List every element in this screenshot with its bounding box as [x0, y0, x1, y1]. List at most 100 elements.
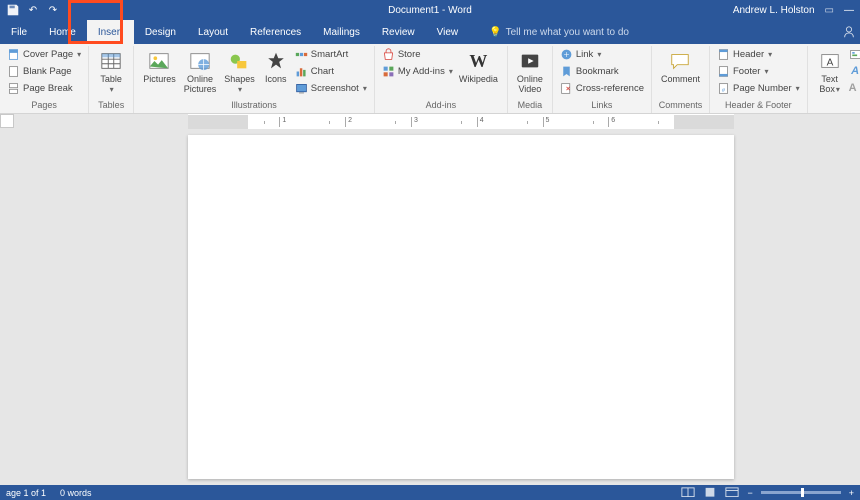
tab-home[interactable]: Home: [38, 20, 87, 44]
wordart-button[interactable]: AWordArt▾: [847, 63, 860, 80]
store-button[interactable]: Store: [380, 46, 455, 63]
ruler-mark: 3: [411, 117, 445, 127]
blank-page-button[interactable]: Blank Page: [5, 63, 83, 80]
word-count[interactable]: 0 words: [60, 488, 92, 498]
header-label: Header: [733, 49, 764, 60]
minimize-icon[interactable]: —: [844, 5, 854, 16]
group-text-label: Text: [813, 99, 860, 112]
quick-access-toolbar: ↶ ↷: [0, 3, 60, 17]
footer-button[interactable]: Footer▾: [715, 63, 802, 80]
read-mode-icon[interactable]: [681, 487, 695, 499]
undo-icon[interactable]: ↶: [26, 3, 40, 17]
shapes-button[interactable]: Shapes▾: [220, 46, 259, 97]
zoom-out-button[interactable]: −: [747, 488, 752, 498]
zoom-slider[interactable]: [761, 491, 841, 494]
chart-icon: [295, 65, 308, 78]
group-tables: Table▾ Tables: [89, 46, 134, 113]
tab-view[interactable]: View: [426, 20, 470, 44]
group-pages-label: Pages: [5, 99, 83, 112]
drop-cap-button[interactable]: ADrop Cap▾: [847, 80, 860, 97]
document-area: [0, 129, 860, 485]
page-number-icon: #: [717, 82, 730, 95]
online-pictures-icon: [189, 50, 211, 72]
tab-mailings[interactable]: Mailings: [312, 20, 371, 44]
lightbulb-icon: 💡: [489, 27, 501, 38]
cross-reference-button[interactable]: Cross-reference: [558, 80, 646, 97]
ruler-mark: 1: [279, 117, 313, 127]
tab-insert[interactable]: Insert: [87, 20, 134, 44]
cover-page-icon: [7, 48, 20, 61]
bookmark-label: Bookmark: [576, 66, 619, 77]
wikipedia-button[interactable]: WWikipedia: [455, 46, 502, 86]
smartart-icon: [295, 48, 308, 61]
quick-parts-icon: [849, 48, 860, 61]
group-links-label: Links: [558, 99, 646, 112]
group-header-footer-label: Header & Footer: [715, 99, 802, 112]
pictures-label: Pictures: [143, 74, 176, 84]
group-media-label: Media: [513, 99, 547, 112]
ribbon-display-icon[interactable]: ▭: [825, 5, 834, 16]
link-button[interactable]: Link▾: [558, 46, 646, 63]
group-comments-label: Comments: [657, 99, 704, 112]
page-number-button[interactable]: #Page Number▾: [715, 80, 802, 97]
cover-page-button[interactable]: Cover Page▾: [5, 46, 83, 63]
screenshot-button[interactable]: Screenshot▾: [293, 80, 369, 97]
chart-button[interactable]: Chart: [293, 63, 369, 80]
table-button[interactable]: Table▾: [94, 46, 128, 97]
zoom-in-button[interactable]: +: [849, 488, 854, 498]
tab-references[interactable]: References: [239, 20, 312, 44]
tell-me-search[interactable]: 💡 Tell me what you want to do: [489, 20, 629, 44]
chart-label: Chart: [311, 66, 334, 77]
document-page[interactable]: [188, 135, 734, 479]
ruler-corner[interactable]: [0, 114, 14, 128]
print-layout-icon[interactable]: [703, 487, 717, 499]
cover-page-label: Cover Page: [23, 49, 73, 60]
group-addins-label: Add-ins: [380, 99, 502, 112]
my-addins-label: My Add-ins: [398, 66, 445, 77]
tab-file[interactable]: File: [0, 20, 38, 44]
web-layout-icon[interactable]: [725, 487, 739, 499]
save-icon[interactable]: [6, 3, 20, 17]
group-header-footer: Header▾ Footer▾ #Page Number▾ Header & F…: [710, 46, 808, 113]
my-addins-icon: [382, 65, 395, 78]
group-links: Link▾ Bookmark Cross-reference Links: [553, 46, 652, 113]
group-comments: Comment Comments: [652, 46, 710, 113]
bookmark-button[interactable]: Bookmark: [558, 63, 646, 80]
ruler-mark: 4: [477, 117, 511, 127]
icons-icon: [265, 50, 287, 72]
quick-parts-button[interactable]: Quick Parts▾: [847, 46, 860, 63]
my-addins-button[interactable]: My Add-ins▾: [380, 63, 455, 80]
online-pictures-button[interactable]: Online Pictures: [180, 46, 221, 96]
tab-design[interactable]: Design: [134, 20, 187, 44]
text-box-button[interactable]: AText Box▾: [813, 46, 847, 97]
page-break-label: Page Break: [23, 83, 73, 94]
document-title: Document1 - Word: [388, 5, 472, 16]
store-label: Store: [398, 49, 421, 60]
status-bar: age 1 of 1 0 words − +: [0, 485, 860, 500]
comment-icon: [669, 50, 691, 72]
smartart-button[interactable]: SmartArt: [293, 46, 369, 63]
group-media: Online Video Media: [508, 46, 553, 113]
group-pages: Cover Page▾ Blank Page Page Break Pages: [0, 46, 89, 113]
ruler-bar: 1 2 3 4 5 6: [0, 114, 860, 129]
online-video-button[interactable]: Online Video: [513, 46, 547, 96]
page-break-button[interactable]: Page Break: [5, 80, 83, 97]
pictures-button[interactable]: Pictures: [139, 46, 180, 86]
header-button[interactable]: Header▾: [715, 46, 802, 63]
blank-page-label: Blank Page: [23, 66, 72, 77]
pictures-icon: [148, 50, 170, 72]
redo-icon[interactable]: ↷: [46, 3, 60, 17]
icons-label: Icons: [265, 74, 287, 84]
ruler-mark: 2: [345, 117, 379, 127]
page-indicator[interactable]: age 1 of 1: [6, 488, 46, 498]
blank-page-icon: [7, 65, 20, 78]
user-name[interactable]: Andrew L. Holston: [733, 5, 815, 16]
table-label: Table: [100, 74, 122, 84]
tab-review[interactable]: Review: [371, 20, 426, 44]
horizontal-ruler[interactable]: 1 2 3 4 5 6: [188, 114, 734, 129]
group-illustrations: Pictures Online Pictures Shapes▾ Icons S…: [134, 46, 375, 113]
account-icon[interactable]: [842, 20, 856, 44]
tab-layout[interactable]: Layout: [187, 20, 239, 44]
comment-button[interactable]: Comment: [657, 46, 704, 86]
icons-button[interactable]: Icons: [259, 46, 293, 86]
